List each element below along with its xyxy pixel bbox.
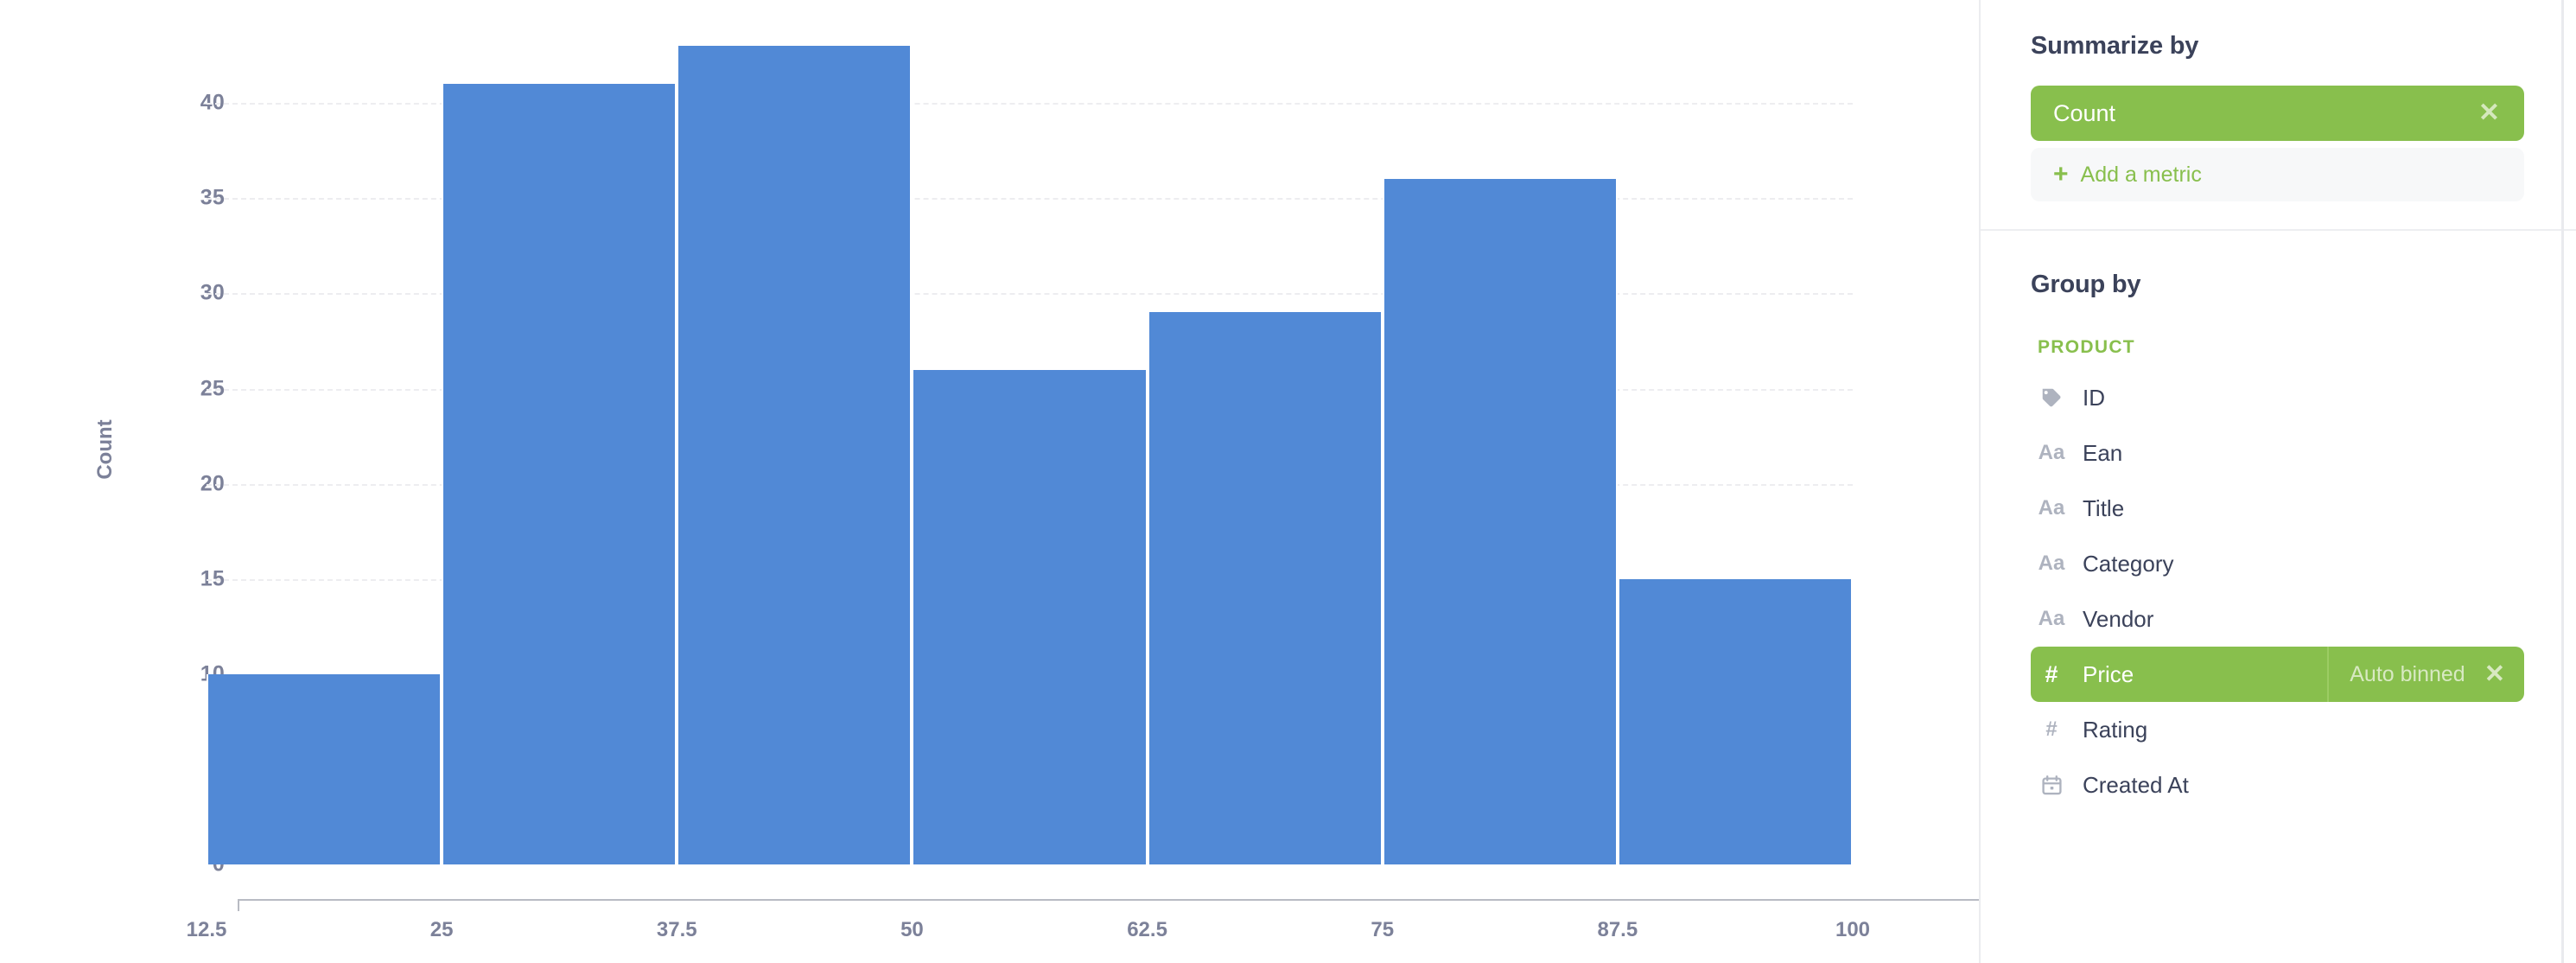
add-metric-label: Add a metric (2080, 162, 2202, 187)
number-icon: # (2045, 717, 2058, 741)
group-by-title: Group by (2031, 271, 2141, 298)
field-name: Created At (2083, 771, 2189, 798)
text-icon: Aa (2038, 607, 2065, 630)
binning-label: Auto binned (2350, 661, 2465, 686)
histogram-bar[interactable] (442, 84, 677, 864)
field-item-category[interactable]: Aa Category (2031, 536, 2524, 591)
x-tick-label: 87.5 (1597, 918, 1638, 941)
field-item-vendor[interactable]: Aa Vendor (2031, 591, 2524, 647)
histogram-bar[interactable] (1147, 312, 1383, 864)
x-tick-label: 50 (900, 918, 924, 941)
x-tick-label: 75 (1371, 918, 1395, 941)
app-root: 0510152025303540 12.52537.55062.57587.51… (0, 0, 2576, 963)
text-icon: Aa (2038, 496, 2065, 520)
field-name: Rating (2083, 716, 2148, 743)
add-metric-button[interactable]: + Add a metric (2031, 148, 2524, 201)
binning-control[interactable]: Auto binned ✕ (2327, 647, 2524, 702)
metric-chip-count[interactable]: Count ✕ (2031, 86, 2524, 141)
close-icon[interactable]: ✕ (2484, 661, 2505, 687)
x-tick-label: 37.5 (656, 918, 697, 941)
sidebar-scrollbar[interactable] (2561, 0, 2564, 963)
calendar-icon (2038, 774, 2065, 797)
x-tick-label: 100 (1835, 918, 1871, 941)
y-axis-label: Count (93, 419, 117, 480)
metric-chip-label: Count (2053, 99, 2116, 126)
field-name: ID (2083, 384, 2105, 411)
x-axis-line (238, 899, 1997, 901)
field-item-title[interactable]: Aa Title (2031, 481, 2524, 536)
close-icon[interactable]: ✕ (2475, 100, 2503, 126)
histogram-bar[interactable] (207, 673, 442, 864)
histogram-bar[interactable] (1382, 179, 1618, 864)
field-item-created-at[interactable]: Created At (2031, 757, 2524, 813)
histogram-bar[interactable] (677, 46, 913, 864)
plus-icon: + (2053, 160, 2069, 188)
field-item-id[interactable]: ID (2031, 370, 2524, 425)
x-tick-label: 62.5 (1127, 918, 1167, 941)
histogram-bar[interactable] (1617, 578, 1853, 864)
histogram-bar[interactable] (912, 369, 1148, 864)
field-item-price[interactable]: # Price Auto binned ✕ (2031, 647, 2524, 702)
text-icon: Aa (2038, 552, 2065, 575)
field-name: Title (2083, 494, 2125, 521)
field-name: Category (2083, 550, 2174, 577)
number-icon: # (2045, 660, 2058, 687)
plot-area (207, 35, 1853, 864)
summarize-section: Summarize by Count ✕ + Add a metric (2031, 0, 2524, 201)
table-name-header: PRODUCT (2038, 337, 2135, 357)
chart-pane: 0510152025303540 12.52537.55062.57587.51… (0, 0, 1997, 963)
x-axis-cap-left (238, 899, 239, 911)
tag-icon (2038, 386, 2065, 410)
query-sidebar: Summarize by Count ✕ + Add a metric Grou… (1979, 0, 2576, 963)
field-list: ID Aa Ean Aa Title Aa Category Aa Vendor # Price Au… (2031, 370, 2524, 813)
x-tick-label: 12.5 (186, 918, 227, 941)
text-icon: Aa (2038, 441, 2065, 464)
histogram-chart[interactable]: 0510152025303540 12.52537.55062.57587.51… (93, 35, 1997, 941)
bars-group (207, 35, 1853, 864)
summarize-by-title: Summarize by (2031, 32, 2199, 60)
groupby-section: Group by PRODUCT ID Aa Ean Aa Title Aa Categor… (2031, 231, 2524, 813)
field-name: Vendor (2083, 605, 2154, 632)
field-item-ean[interactable]: Aa Ean (2031, 425, 2524, 481)
field-item-rating[interactable]: # Rating (2031, 702, 2524, 757)
field-name: Ean (2083, 439, 2123, 466)
field-name: Price (2083, 660, 2134, 687)
x-tick-label: 25 (429, 918, 454, 941)
